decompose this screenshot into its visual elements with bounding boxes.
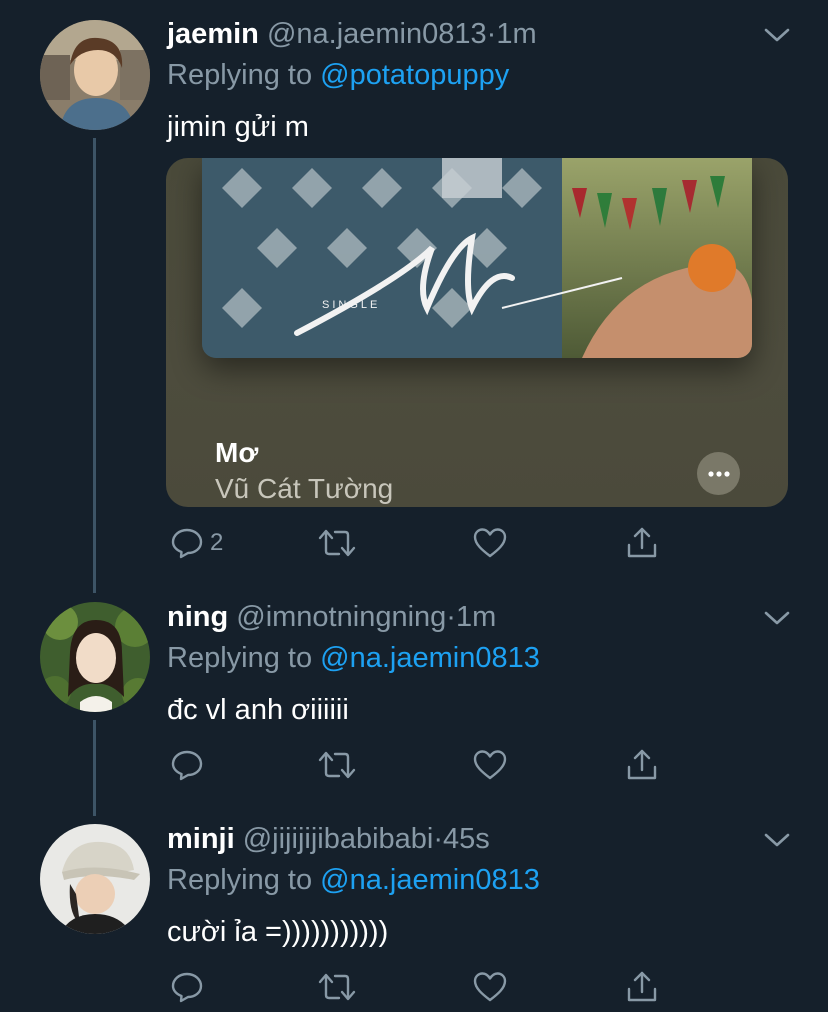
album-art: SINGLE xyxy=(202,158,752,358)
replying-to-label: Replying to xyxy=(167,864,321,896)
tweet[interactable]: jaemin @na.jaemin0813·1m Replying to @po… xyxy=(0,0,828,590)
tweet[interactable]: ning @imnotningning·1m Replying to @na.j… xyxy=(0,590,828,810)
chevron-down-icon[interactable] xyxy=(762,25,792,45)
avatar[interactable] xyxy=(40,602,150,712)
reply-button[interactable] xyxy=(170,745,204,785)
retweet-button[interactable] xyxy=(317,967,357,1007)
user-handle[interactable]: @na.jaemin0813 xyxy=(267,18,487,50)
retweet-icon xyxy=(318,973,356,1001)
timestamp[interactable]: 1m xyxy=(456,601,496,633)
display-name[interactable]: ning xyxy=(167,601,228,633)
share-button[interactable] xyxy=(624,523,660,563)
like-button[interactable] xyxy=(472,745,508,785)
tweet-header: ning @imnotningning·1m xyxy=(167,600,496,634)
share-button[interactable] xyxy=(624,745,660,785)
tweet-text: đc vl anh ơiiiiii xyxy=(167,694,349,726)
mention-link[interactable]: @na.jaemin0813 xyxy=(320,642,540,674)
separator-dot: · xyxy=(433,823,444,855)
tweet-actions xyxy=(167,967,687,1007)
retweet-button[interactable] xyxy=(317,523,357,563)
replying-to-label: Replying to xyxy=(167,59,321,91)
heart-icon xyxy=(473,528,507,558)
tweet-header: jaemin @na.jaemin0813·1m xyxy=(167,17,537,51)
mention-link[interactable]: @potatopuppy xyxy=(320,59,509,91)
like-button[interactable] xyxy=(472,523,508,563)
chevron-down-icon[interactable] xyxy=(762,830,792,850)
reply-count: 2 xyxy=(210,529,224,556)
heart-icon xyxy=(473,750,507,780)
share-icon xyxy=(627,971,657,1002)
tweet-actions xyxy=(167,745,687,785)
tweet-header: minji @jijijijibabibabi·45s xyxy=(167,822,490,856)
replying-to: Replying to @potatopuppy xyxy=(167,58,509,92)
mention-link[interactable]: @na.jaemin0813 xyxy=(320,864,540,896)
user-handle[interactable]: @jijijijibabibabi xyxy=(243,823,434,855)
timestamp[interactable]: 1m xyxy=(496,18,536,50)
tweet-actions: 2 xyxy=(167,523,687,563)
speech-bubble-icon xyxy=(171,528,203,559)
replying-to: Replying to @na.jaemin0813 xyxy=(167,641,540,675)
share-icon xyxy=(627,749,657,780)
like-button[interactable] xyxy=(472,967,508,1007)
share-button[interactable] xyxy=(624,967,660,1007)
music-card[interactable]: SINGLE Mơ Vũ Cát Tường xyxy=(166,158,788,507)
tweet-text: cười ỉa =))))))))))) xyxy=(167,916,389,948)
separator-dot: · xyxy=(486,18,497,50)
display-name[interactable]: jaemin xyxy=(167,18,259,50)
tweet-text: jimin gửi m xyxy=(167,111,309,143)
timestamp[interactable]: 45s xyxy=(443,823,490,855)
track-artist: Vũ Cát Tường xyxy=(215,473,394,504)
heart-icon xyxy=(473,972,507,1002)
speech-bubble-icon xyxy=(171,972,203,1003)
user-handle[interactable]: @imnotningning xyxy=(236,601,446,633)
avatar[interactable] xyxy=(40,824,150,934)
speech-bubble-icon xyxy=(171,750,203,781)
avatar[interactable] xyxy=(40,20,150,130)
reply-button[interactable] xyxy=(170,967,204,1007)
reply-button[interactable]: 2 xyxy=(170,523,223,563)
separator-dot: · xyxy=(446,601,456,633)
more-dots-icon[interactable] xyxy=(697,452,740,495)
album-art-label: SINGLE xyxy=(322,299,380,311)
retweet-icon xyxy=(318,751,356,779)
retweet-icon xyxy=(318,529,356,557)
replying-to-label: Replying to xyxy=(167,642,321,674)
share-icon xyxy=(627,527,657,558)
tweet[interactable]: minji @jijijijibabibabi·45s Replying to … xyxy=(0,812,828,1012)
replying-to: Replying to @na.jaemin0813 xyxy=(167,863,540,897)
track-title: Mơ xyxy=(215,437,259,468)
retweet-button[interactable] xyxy=(317,745,357,785)
chevron-down-icon[interactable] xyxy=(762,608,792,628)
display-name[interactable]: minji xyxy=(167,823,235,855)
